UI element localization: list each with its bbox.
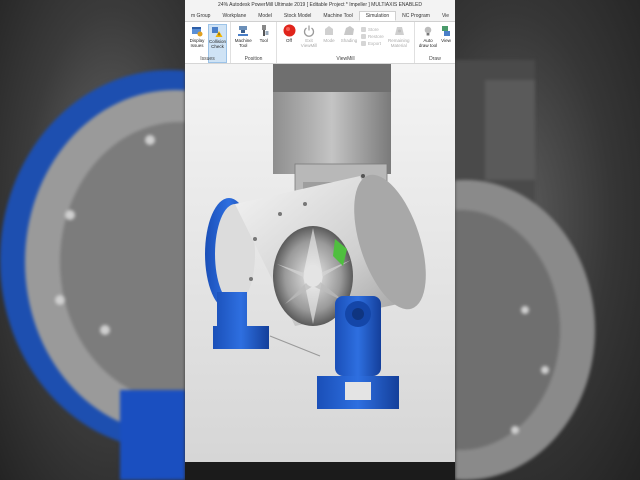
- ribbon-tabs: m Group Workplane Model Stock Model Mach…: [185, 11, 455, 22]
- viewmill-group: Off Exit ViewMill Mode Shading Store Res…: [277, 22, 415, 63]
- viewmill-viewport[interactable]: [185, 64, 455, 462]
- tab-simulation[interactable]: Simulation: [358, 11, 397, 21]
- store-button[interactable]: Store: [361, 26, 384, 33]
- blurred-backdrop-right: [455, 0, 640, 480]
- tool-icon: [257, 24, 270, 37]
- issues-group-label: Issues: [200, 56, 215, 62]
- restore-button[interactable]: Restore: [361, 33, 384, 40]
- display-issues-icon: [190, 24, 203, 37]
- export-icon: [361, 41, 366, 46]
- off-label: Off: [286, 38, 292, 43]
- tool-label: Tool: [259, 38, 268, 43]
- store-icon: [361, 27, 366, 32]
- view-icon: [440, 24, 453, 37]
- remaining-material-icon: [392, 24, 405, 37]
- tab-stock-model[interactable]: Stock Model: [278, 11, 318, 21]
- restore-icon: [361, 34, 366, 39]
- ribbon: Display Issues Collision Check Issues Ma…: [185, 22, 455, 64]
- display-issues-label: Display Issues: [189, 38, 205, 48]
- position-group: Machine Tool Tool Position: [231, 22, 277, 63]
- shading-icon: [343, 24, 356, 37]
- position-group-label: Position: [244, 56, 263, 62]
- export-button[interactable]: Export: [361, 40, 384, 47]
- draw-group-label: Draw: [429, 56, 441, 62]
- issues-group: Display Issues Collision Check Issues: [185, 22, 231, 63]
- stage: 24% Autodesk PowerMill Ultimate 2019 [ E…: [0, 0, 640, 480]
- stop-icon: [283, 24, 296, 37]
- blurred-backdrop-left: [0, 0, 185, 480]
- tab-nc-program[interactable]: NC Program: [396, 11, 436, 21]
- machine-simulation-scene: [205, 64, 426, 409]
- view-label: View: [441, 38, 451, 43]
- shading-label: Shading: [340, 38, 358, 43]
- restore-label: Restore: [368, 34, 384, 39]
- exit-viewmill-label: Exit ViewMill: [300, 38, 318, 48]
- tab-model[interactable]: Model: [252, 11, 278, 21]
- draw-group: Auto draw tool View Draw: [415, 22, 455, 63]
- lightbulb-icon: [422, 24, 435, 37]
- powermill-window: 24% Autodesk PowerMill Ultimate 2019 [ E…: [185, 0, 455, 480]
- tab-machine-tool[interactable]: Machine Tool: [317, 11, 358, 21]
- export-label: Export: [368, 41, 382, 46]
- bottom-bar: [185, 462, 455, 480]
- power-icon: [303, 24, 316, 37]
- store-label: Store: [368, 27, 379, 32]
- title-bar: 24% Autodesk PowerMill Ultimate 2019 [ E…: [185, 0, 455, 11]
- remaining-material-label: Remaining Material: [388, 38, 410, 48]
- tab-view[interactable]: Vie: [436, 11, 455, 21]
- collision-check-icon: [211, 25, 224, 38]
- auto-draw-tool-label: Auto draw tool: [418, 38, 438, 48]
- mode-label: Mode: [323, 38, 335, 43]
- machine-tool-icon: [237, 24, 250, 37]
- tab-workplane[interactable]: Workplane: [216, 11, 252, 21]
- machine-tool-label: Machine Tool: [234, 38, 252, 48]
- tab-group[interactable]: m Group: [185, 11, 216, 21]
- table-edge: [269, 335, 321, 357]
- viewmill-group-label: ViewMill: [336, 56, 355, 62]
- collision-check-label: Collision Check: [208, 39, 226, 49]
- mode-icon: [323, 24, 336, 37]
